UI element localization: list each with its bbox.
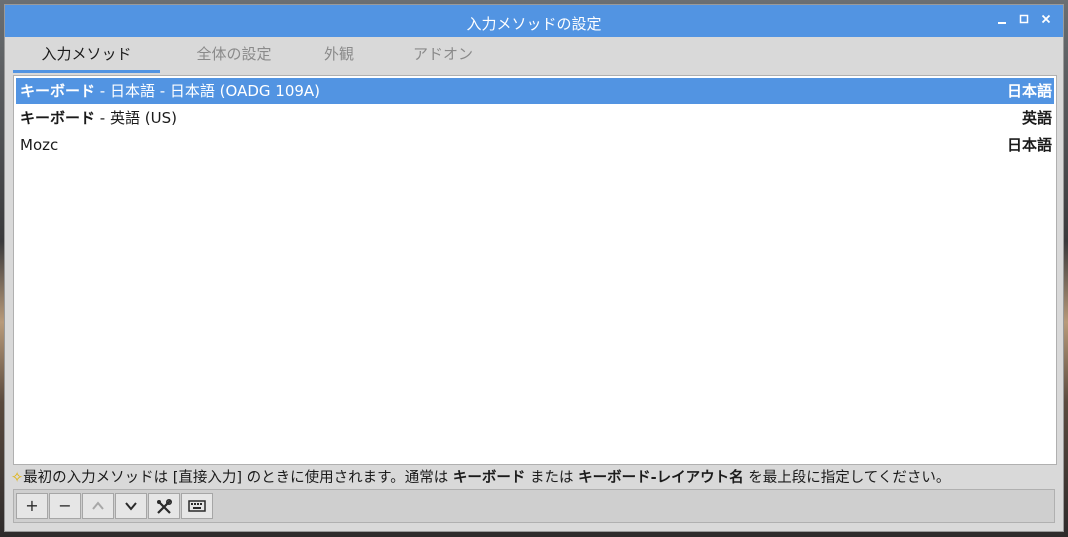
move-down-button[interactable] <box>115 493 147 519</box>
maximize-button[interactable] <box>1015 13 1033 29</box>
window-title: 入力メソッドの設定 <box>466 15 602 33</box>
configure-button[interactable] <box>148 493 180 519</box>
method-name: Mozc <box>20 136 59 154</box>
tab-addons[interactable]: アドオン <box>388 37 498 71</box>
minimize-button[interactable] <box>993 13 1011 29</box>
move-up-button[interactable] <box>82 493 114 519</box>
chevron-up-icon <box>92 501 104 510</box>
add-button[interactable]: + <box>16 493 48 519</box>
tab-input-method[interactable]: 入力メソッド <box>13 37 160 73</box>
method-name: キーボード - 英語 (US) <box>20 109 177 127</box>
keyboard-icon <box>188 500 206 512</box>
tools-icon <box>157 499 172 514</box>
list-toolbar: + − <box>13 489 1055 523</box>
tab-bar: 入力メソッド 全体の設定 外観 アドオン <box>13 37 1055 73</box>
tab-global-config[interactable]: 全体の設定 <box>171 37 297 71</box>
tab-appearance[interactable]: 外観 <box>303 37 375 71</box>
keyboard-layout-button[interactable] <box>181 493 213 519</box>
method-language: 日本語 <box>1006 82 1052 100</box>
remove-button[interactable]: − <box>49 493 81 519</box>
title-bar[interactable]: 入力メソッドの設定 <box>5 5 1063 37</box>
method-language: 日本語 <box>1006 136 1052 154</box>
list-item[interactable]: Mozc 日本語 <box>16 132 1054 158</box>
method-name: キーボード - 日本語 - 日本語 (OADG 109A) <box>20 82 321 100</box>
hint-text: ✧最初の入力メソッドは [直接入力] のときに使用されます。通常は キーボード … <box>11 470 951 486</box>
method-language: 英語 <box>1021 109 1052 127</box>
chevron-down-icon <box>125 502 137 511</box>
list-item[interactable]: キーボード - 英語 (US) 英語 <box>16 105 1054 131</box>
input-method-settings-window: 入力メソッドの設定 入力メソッド 全体の設定 外観 アドオン キーボード - 日… <box>4 4 1064 532</box>
close-button[interactable] <box>1037 13 1055 29</box>
input-method-list[interactable]: キーボード - 日本語 - 日本語 (OADG 109A) 日本語 キーボード … <box>13 75 1057 465</box>
star-icon: ✧ <box>11 470 24 486</box>
list-item[interactable]: キーボード - 日本語 - 日本語 (OADG 109A) 日本語 <box>16 78 1054 104</box>
